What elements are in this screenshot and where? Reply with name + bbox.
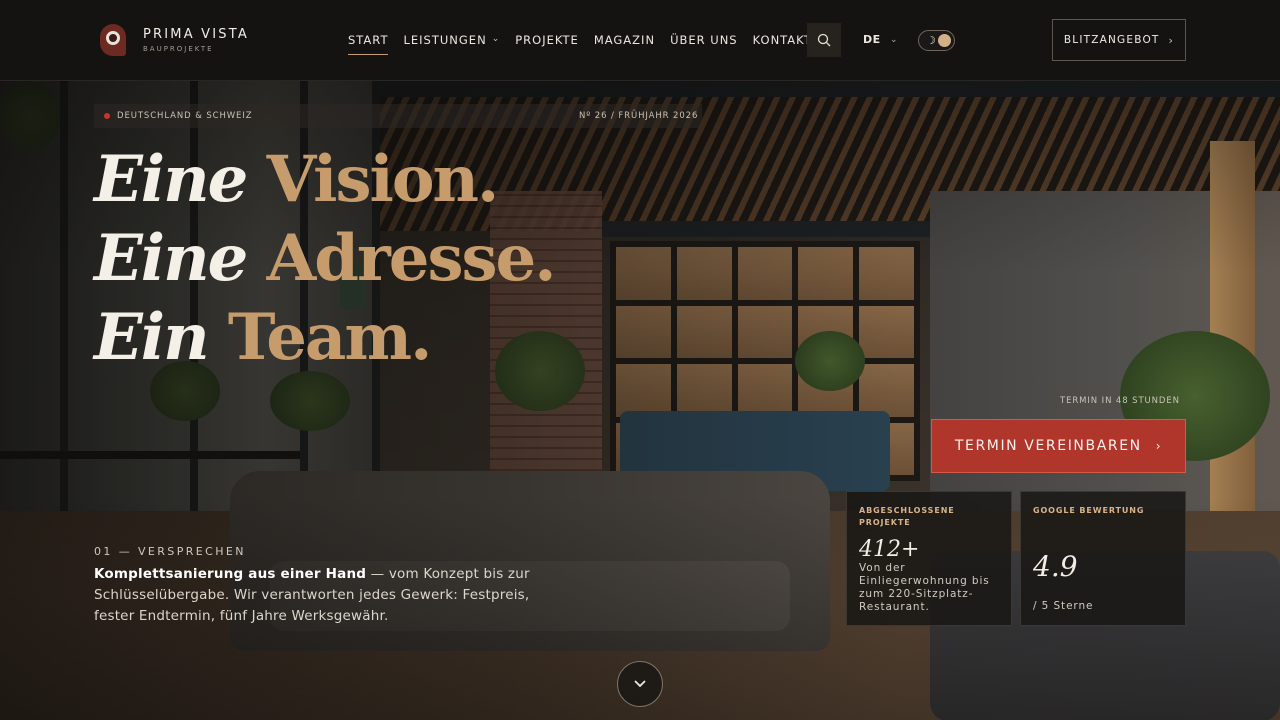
- promise-text: Komplettsanierung aus einer Hand — vom K…: [94, 564, 554, 627]
- language-value: DE: [863, 33, 881, 46]
- nav-item-projekte[interactable]: PROJEKTE: [515, 33, 579, 47]
- nav-item-start[interactable]: START: [348, 33, 389, 55]
- hero-eyebrow: DEUTSCHLAND & SCHWEIZ Nº 26 / FRÜHJAHR 2…: [94, 104, 702, 128]
- brand-tagline: BAUPROJEKTE: [143, 44, 214, 53]
- moon-icon: ☽: [926, 34, 936, 47]
- theme-toggle[interactable]: ☽: [918, 30, 955, 51]
- issue-label: Nº 26 / FRÜHJAHR 2026: [579, 111, 699, 121]
- logo-mark-icon: [100, 24, 126, 56]
- chevron-down-icon: [634, 680, 646, 688]
- nav-item-magazin[interactable]: MAGAZIN: [594, 33, 655, 47]
- headline-line: Ein Team.: [94, 298, 555, 377]
- search-icon: [817, 33, 831, 47]
- stat-card-projects: ABGESCHLOSSENE PROJEKTE 412+ Von der Ein…: [846, 491, 1012, 626]
- headline-lead: Ein: [94, 300, 210, 375]
- location-dot-icon: [104, 113, 110, 119]
- headline-accent: Team.: [227, 300, 432, 375]
- nav-item-leistungen[interactable]: LEISTUNGEN ⌄: [403, 33, 500, 47]
- toggle-knob: [938, 34, 951, 47]
- offer-label: BLITZANGEBOT: [1063, 34, 1160, 46]
- termin-vereinbaren-button[interactable]: TERMIN VEREINBAREN ›: [931, 419, 1186, 473]
- cta-label: TERMIN VEREINBAREN: [954, 438, 1142, 454]
- promise-highlight: Komplettsanierung aus einer Hand: [94, 566, 367, 582]
- stat-description: / 5 Sterne: [1033, 600, 1094, 612]
- hero-headline: Eine Vision. Eine Adresse. Ein Team.: [94, 140, 557, 377]
- main-nav: START LEISTUNGEN ⌄ PROJEKTE MAGAZIN ÜBER…: [348, 33, 827, 55]
- deadline-note: TERMIN IN 48 STUNDEN: [1060, 396, 1180, 406]
- headline-accent: Adresse.: [266, 221, 557, 296]
- stat-card-rating: GOOGLE BEWERTUNG 4.9 / 5 Sterne: [1020, 491, 1186, 626]
- stat-label: GOOGLE BEWERTUNG: [1033, 506, 1145, 515]
- chevron-right-icon: ›: [1168, 33, 1175, 47]
- stat-label: ABGESCHLOSSENE PROJEKTE: [859, 506, 955, 527]
- region-label: DEUTSCHLAND & SCHWEIZ: [117, 111, 253, 121]
- headline-line: Eine Adresse.: [94, 219, 557, 298]
- headline-accent: Vision.: [266, 142, 500, 217]
- blitzangebot-button[interactable]: BLITZANGEBOT ›: [1052, 19, 1186, 61]
- brand-name: PRIMA VISTA: [143, 26, 249, 42]
- stat-value: 412+: [859, 537, 920, 562]
- stat-description: Von der Einliegerwohnung bis zum 220-Sit…: [859, 562, 990, 613]
- nav-item-label: LEISTUNGEN: [403, 33, 487, 47]
- search-button[interactable]: [807, 23, 841, 57]
- site-header: PRIMA VISTA BAUPROJEKTE START LEISTUNGEN…: [0, 0, 1280, 81]
- chevron-down-icon: ⌄: [890, 35, 899, 45]
- nav-item-kontakt[interactable]: KONTAKT: [753, 33, 812, 47]
- headline-lead: Eine: [94, 221, 248, 296]
- promise-block: 01 — VERSPRECHEN Komplettsanierung aus e…: [94, 545, 554, 627]
- chevron-down-icon: ⌄: [491, 34, 501, 44]
- language-selector[interactable]: DE ⌄: [863, 33, 898, 46]
- nav-item-ueber-uns[interactable]: ÜBER UNS: [670, 33, 738, 47]
- promise-label: 01 — VERSPRECHEN: [94, 545, 246, 558]
- chevron-right-icon: ›: [1155, 439, 1163, 453]
- brand-logo[interactable]: PRIMA VISTA BAUPROJEKTE: [100, 24, 249, 56]
- headline-lead: Eine: [94, 142, 248, 217]
- headline-line: Eine Vision.: [94, 140, 555, 219]
- stat-value: 4.9: [1033, 550, 1078, 583]
- scroll-down-button[interactable]: [617, 661, 663, 707]
